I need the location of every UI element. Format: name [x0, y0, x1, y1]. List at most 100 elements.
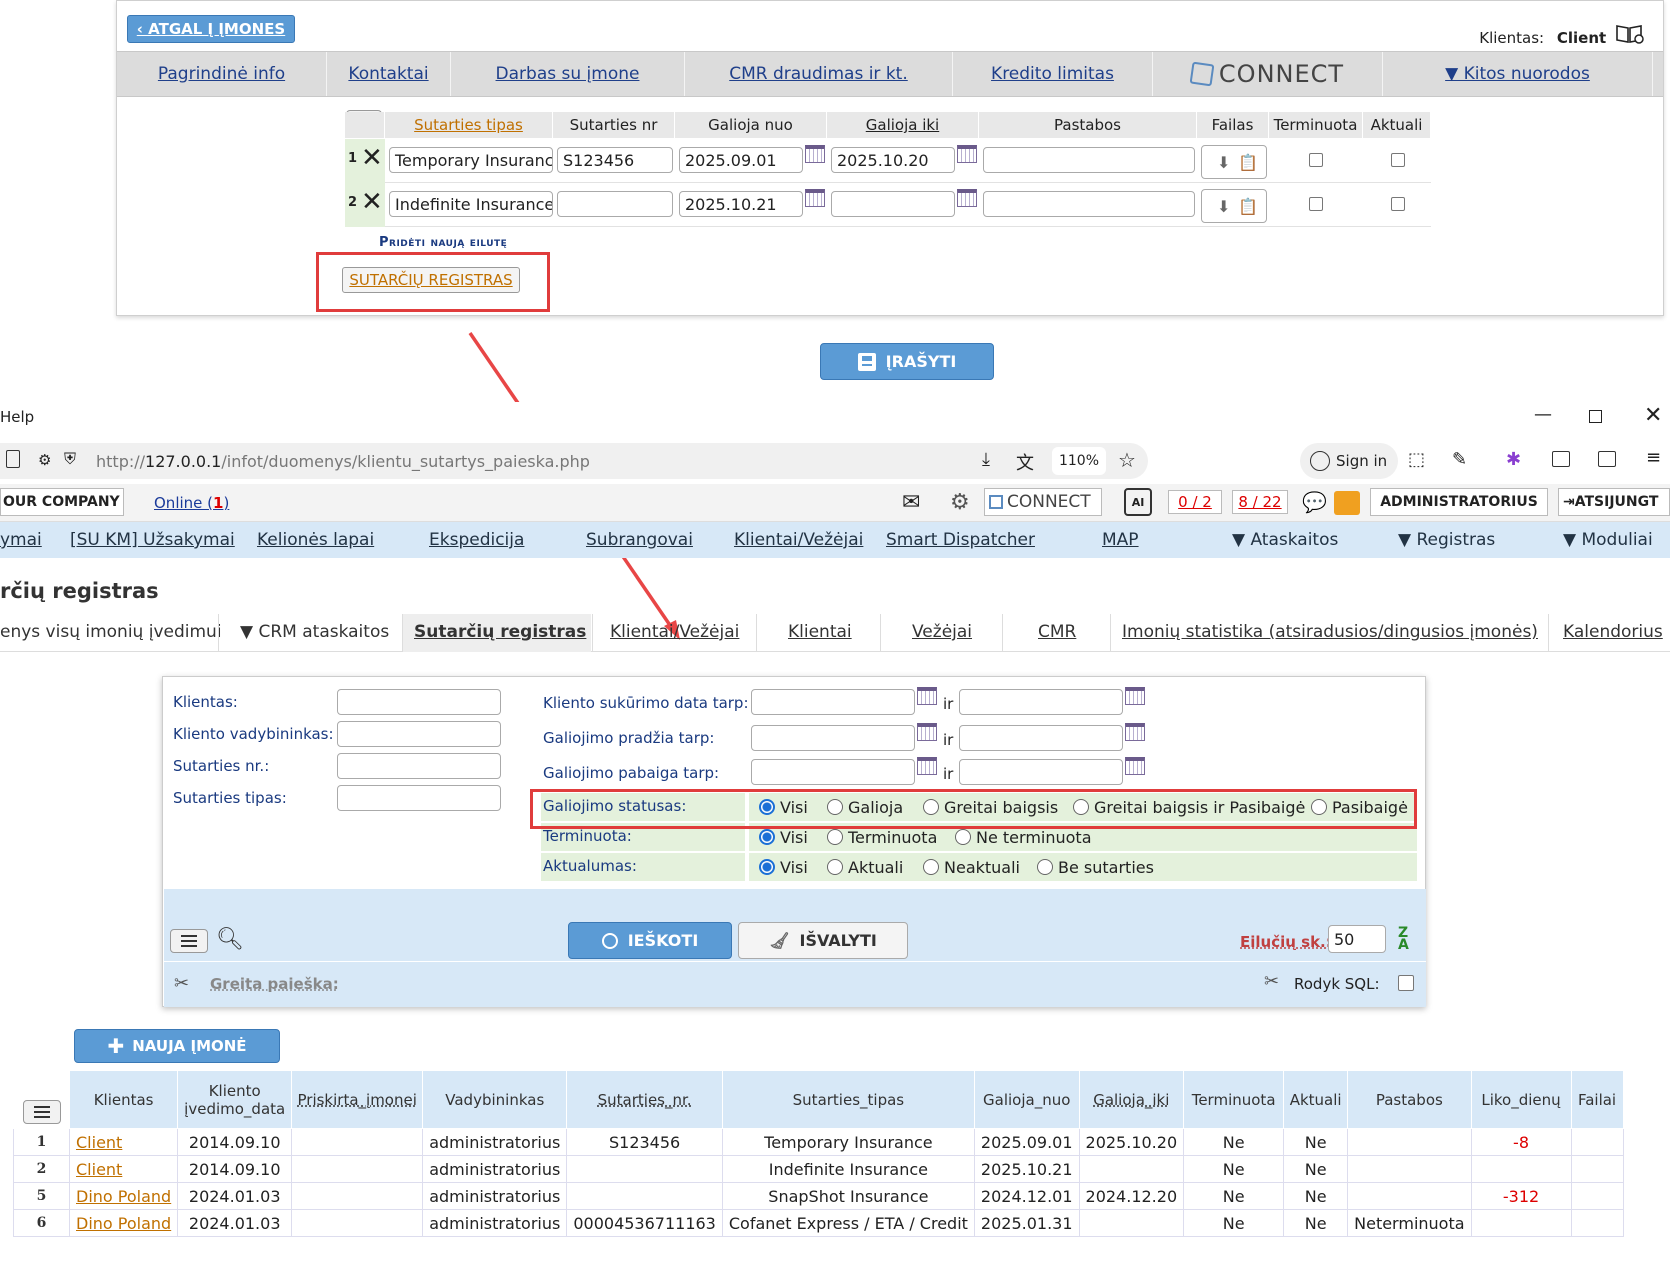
clear-button[interactable]: 🧹︎ IŠVALYTI — [738, 922, 908, 959]
actuality-radio-no-contract[interactable]: Be sutarties — [1037, 858, 1154, 877]
calendar-icon[interactable] — [1125, 757, 1145, 775]
close-icon[interactable]: ✕ — [1644, 403, 1662, 428]
calendar-icon[interactable] — [917, 723, 937, 741]
row-number: 1 — [13, 1128, 70, 1156]
logout-button[interactable]: ⇥ ATSIJUNGT — [1558, 488, 1670, 516]
rows-count-input[interactable]: 50 — [1328, 925, 1386, 953]
nav-item-trip-sheets[interactable]: Kelionės lapai — [257, 530, 374, 550]
maximize-icon[interactable] — [1589, 410, 1602, 423]
sidebar-icon[interactable] — [1598, 451, 1616, 467]
user-button[interactable]: ADMINISTRATORIUS — [1370, 488, 1548, 516]
nav-item-reports[interactable]: ▼ Ataskaitos — [1232, 530, 1338, 550]
actuality-radio-all[interactable]: Visi — [759, 858, 808, 877]
nav-item-smart-dispatcher[interactable]: Smart Dispatcher — [886, 530, 1035, 550]
actuality-radio-active[interactable]: Aktuali — [827, 858, 903, 877]
mail-icon[interactable]: ✉ — [902, 490, 920, 515]
tab-carriers[interactable]: Vežėjai — [912, 622, 972, 642]
manager-filter-input[interactable] — [337, 721, 501, 747]
contract-nr — [566, 1182, 723, 1210]
ai-chip-icon[interactable]: AI — [1124, 488, 1152, 516]
calendar-icon[interactable] — [917, 757, 937, 775]
tab-clients-carriers[interactable]: Klientai/Vežėjai — [610, 622, 739, 642]
tab-cmr[interactable]: CMR — [1038, 622, 1076, 642]
calendar-icon[interactable] — [1125, 723, 1145, 741]
table-menu-button[interactable] — [22, 1100, 61, 1124]
actuality-radio-inactive[interactable]: Neaktuali — [923, 858, 1020, 877]
task-counter-1[interactable]: 0 / 2 — [1168, 490, 1222, 514]
created-from-input[interactable] — [751, 689, 915, 715]
chat-icon[interactable]: 💬 — [1302, 490, 1327, 514]
nav-item-orders[interactable]: ymai — [0, 530, 42, 550]
created-to-input[interactable] — [959, 689, 1123, 715]
col-valid-to[interactable]: Galioja_iki — [1078, 1070, 1185, 1129]
notes — [1347, 1128, 1472, 1156]
extensions-icon[interactable]: ⬚ — [1408, 449, 1425, 470]
url-text[interactable]: http://127.0.0.1/infot/duomenys/klientu_… — [96, 452, 590, 471]
nav-item-km-orders[interactable]: [SU KM] Užsakymai — [70, 530, 235, 550]
contract-type-filter-input[interactable] — [337, 785, 501, 811]
nav-item-map[interactable]: MAP — [1102, 530, 1139, 550]
end-to-input[interactable] — [959, 759, 1123, 785]
collections-icon[interactable] — [1552, 451, 1570, 467]
start-to-input[interactable] — [959, 725, 1123, 751]
fixed-term-radio-no[interactable]: Ne terminuota — [955, 828, 1092, 847]
company-button[interactable]: OUR COMPANY — [0, 488, 124, 516]
start-from-input[interactable] — [751, 725, 915, 751]
notes-icon[interactable] — [1334, 491, 1360, 515]
calendar-icon[interactable] — [1125, 687, 1145, 705]
sub-tabs: enys visų imonių įvedimui ▼ CRM ataskait… — [0, 614, 1670, 652]
settings-gear-icon[interactable]: ⚙ — [950, 490, 970, 515]
zoom-icon[interactable]: 🔍︎ — [216, 927, 244, 952]
nav-item-expedition[interactable]: Ekspedicija — [429, 530, 524, 550]
tab-calendar[interactable]: Kalendorius — [1563, 622, 1663, 642]
client-filter-input[interactable] — [337, 689, 501, 715]
entry-date: 2024.01.03 — [177, 1182, 293, 1210]
tab-data-entry[interactable]: enys visų imonių įvedimui — [0, 622, 222, 642]
col-assigned-company[interactable]: Priskirta_įmonei — [291, 1070, 424, 1129]
fixed-term-radio-all[interactable]: Visi — [759, 828, 808, 847]
calendar-icon[interactable] — [917, 687, 937, 705]
quick-search-label[interactable]: Greita paieška: — [210, 975, 339, 993]
url-box[interactable]: ⚙ ⛨ http://127.0.0.1/infot/duomenys/klie… — [0, 443, 1148, 479]
tab-clients[interactable]: Klientai — [788, 622, 852, 642]
online-users-link[interactable]: Online (1) — [154, 494, 229, 512]
bookmark-star-icon[interactable]: ☆ — [1118, 448, 1136, 472]
search-menu-button[interactable] — [170, 929, 208, 953]
contract-nr-filter-input[interactable] — [337, 753, 501, 779]
extension-flower-icon[interactable]: ✱ — [1506, 449, 1521, 470]
task-counter-2[interactable]: 8 / 22 — [1232, 490, 1288, 514]
tab-crm-reports[interactable]: ▼ CRM ataskaitos — [240, 622, 389, 642]
site-settings-icon[interactable]: ⚙ — [38, 451, 51, 469]
search-button[interactable]: IEŠKOTI — [568, 922, 732, 959]
col-active: Aktuali — [1283, 1070, 1349, 1129]
nav-item-registry[interactable]: ▼ Registras — [1398, 530, 1495, 550]
tools-icon[interactable]: ✂ — [174, 973, 189, 994]
tracking-shield-icon[interactable]: ⛨ — [64, 449, 76, 469]
client-link[interactable]: Client — [68, 1155, 179, 1183]
extension-app-icon[interactable]: ✎ — [1452, 449, 1467, 470]
table-row: 1 Client 2014.09.10 administratorius S12… — [13, 1128, 1624, 1156]
zoom-indicator[interactable]: 110% — [1052, 447, 1106, 475]
minimize-icon[interactable]: — — [1534, 404, 1552, 425]
col-contract-nr[interactable]: Sutarties_nr. — [566, 1070, 723, 1129]
client-link[interactable]: Client — [68, 1128, 179, 1156]
connect-button[interactable]: CONNECT — [984, 488, 1102, 516]
col-days-left: Liko_dienų — [1470, 1070, 1572, 1129]
fixed-term-radio-yes[interactable]: Terminuota — [827, 828, 937, 847]
nav-item-modules[interactable]: ▼ Moduliai — [1563, 530, 1653, 550]
new-company-button[interactable]: ✚ NAUJA ĮMONĖ — [74, 1029, 280, 1063]
client-link[interactable]: Dino Poland — [68, 1182, 179, 1210]
save-page-icon[interactable]: ⤓ — [982, 449, 990, 470]
nav-item-subcontractors[interactable]: Subrangovai — [586, 530, 693, 550]
tab-company-statistics[interactable]: Imonių statistika (atsiradusios/dingusio… — [1122, 622, 1538, 642]
show-sql-checkbox[interactable] — [1398, 975, 1414, 991]
sign-in-button[interactable]: Sign in — [1300, 443, 1398, 479]
plus-icon: ✚ — [107, 1034, 125, 1058]
nav-item-clients-carriers[interactable]: Klientai/Vežėjai — [734, 530, 863, 550]
end-from-input[interactable] — [751, 759, 915, 785]
tab-contracts-registry[interactable]: Sutarčių registras — [414, 622, 586, 642]
translate-icon[interactable]: 文 — [1016, 449, 1034, 475]
sort-az-icon[interactable]: ZA — [1398, 926, 1409, 952]
browser-menu-icon[interactable]: ≡ — [1646, 447, 1661, 468]
client-link[interactable]: Dino Poland — [68, 1209, 179, 1237]
